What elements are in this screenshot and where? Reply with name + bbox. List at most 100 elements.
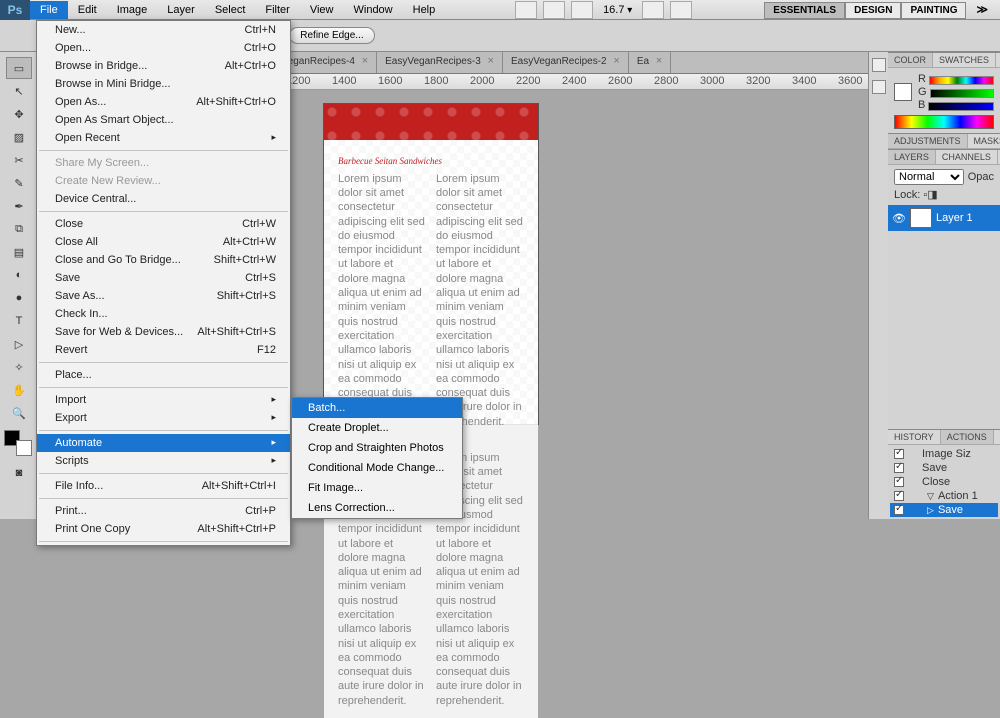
menu-item[interactable]: Scripts — [37, 452, 290, 470]
panel-tab[interactable]: CHANNELS — [936, 150, 998, 164]
toggle-icon[interactable] — [894, 477, 904, 487]
menu-item[interactable]: Open Recent — [37, 129, 290, 147]
action-row[interactable]: Close — [890, 475, 998, 489]
more-icon[interactable]: ≫ — [972, 3, 992, 16]
toolbar-icon[interactable] — [571, 1, 593, 19]
tool[interactable]: ✂ — [6, 149, 32, 171]
quick-mask-tool[interactable]: ◙ — [6, 462, 32, 484]
submenu-item[interactable]: Conditional Mode Change... — [292, 458, 462, 478]
menu-item[interactable]: Device Central... — [37, 190, 290, 208]
menu-item[interactable]: Import — [37, 391, 290, 409]
action-row[interactable]: ▽ Action 1 — [890, 489, 998, 503]
marquee-tool[interactable]: ▭ — [6, 57, 32, 79]
document-tab[interactable]: EasyVeganRecipes-2 × — [503, 52, 629, 73]
toolbar-icon[interactable] — [670, 1, 692, 19]
close-tab-icon[interactable]: × — [488, 55, 494, 67]
menu-item[interactable]: File Info...Alt+Shift+Ctrl+I — [37, 477, 290, 495]
menu-item[interactable]: Open As...Alt+Shift+Ctrl+O — [37, 93, 290, 111]
panel-tab[interactable]: SWATCHES — [933, 53, 996, 67]
panel-tab[interactable]: ACTIONS — [941, 430, 994, 444]
refine-edge-button[interactable]: Refine Edge... — [289, 27, 374, 44]
tool[interactable]: ✋ — [6, 379, 32, 401]
tool[interactable]: ✎ — [6, 172, 32, 194]
foreground-swatch[interactable] — [894, 83, 912, 101]
document-tab[interactable]: Ea × — [629, 52, 671, 73]
menu-item[interactable]: Browse in Bridge...Alt+Ctrl+O — [37, 57, 290, 75]
workspace-design[interactable]: DESIGN — [845, 2, 901, 19]
menu-item[interactable]: Close AllAlt+Ctrl+W — [37, 233, 290, 251]
layer-row[interactable]: 👁Layer 1 — [888, 205, 1000, 231]
menu-edit[interactable]: Edit — [68, 1, 107, 19]
g-slider[interactable] — [930, 89, 994, 98]
menu-item[interactable]: Export — [37, 409, 290, 427]
toggle-icon[interactable] — [894, 463, 904, 473]
menu-item[interactable]: Print...Ctrl+P — [37, 502, 290, 520]
toolbar-icon[interactable] — [515, 1, 537, 19]
close-tab-icon[interactable]: × — [613, 55, 619, 67]
menu-item[interactable]: Check In... — [37, 305, 290, 323]
menu-item[interactable]: Close and Go To Bridge...Shift+Ctrl+W — [37, 251, 290, 269]
action-row[interactable]: ▷ Save — [890, 503, 998, 517]
tool[interactable]: ▤ — [6, 241, 32, 263]
b-slider[interactable] — [928, 102, 994, 111]
menu-item[interactable]: RevertF12 — [37, 341, 290, 359]
color-swatches[interactable] — [4, 430, 32, 456]
submenu-item[interactable]: Lens Correction... — [292, 498, 462, 518]
tool[interactable]: ↖ — [6, 80, 32, 102]
tool[interactable]: ✥ — [6, 103, 32, 125]
menu-window[interactable]: Window — [344, 1, 403, 19]
panel-tab[interactable]: COLOR — [888, 53, 933, 67]
action-row[interactable]: Image Siz — [890, 447, 998, 461]
menu-item[interactable]: Save for Web & Devices...Alt+Shift+Ctrl+… — [37, 323, 290, 341]
panel-tab[interactable]: ADJUSTMENTS — [888, 134, 968, 148]
workspace-essentials[interactable]: ESSENTIALS — [764, 2, 845, 19]
close-tab-icon[interactable]: × — [362, 55, 368, 67]
tool[interactable]: ◐ — [6, 264, 32, 286]
submenu-item[interactable]: Fit Image... — [292, 478, 462, 498]
panel-tab[interactable]: STYL — [996, 53, 1000, 67]
paragraph-panel-icon[interactable] — [872, 80, 886, 94]
menu-item[interactable]: Open As Smart Object... — [37, 111, 290, 129]
menu-item[interactable]: Open...Ctrl+O — [37, 39, 290, 57]
menu-help[interactable]: Help — [403, 1, 446, 19]
document[interactable]: Barbecue Seitan Sandwiches Lorem ipsum d… — [324, 104, 538, 424]
panel-tab[interactable]: HISTORY — [888, 430, 941, 444]
menu-item[interactable]: SaveCtrl+S — [37, 269, 290, 287]
toggle-icon[interactable] — [894, 449, 904, 459]
menu-item[interactable]: New...Ctrl+N — [37, 21, 290, 39]
workspace-painting[interactable]: PAINTING — [901, 2, 966, 19]
panel-tab[interactable]: LAYERS — [888, 150, 936, 164]
menu-item[interactable]: Browse in Mini Bridge... — [37, 75, 290, 93]
tool[interactable]: ● — [6, 287, 32, 309]
toggle-icon[interactable] — [894, 505, 904, 515]
menu-item[interactable]: Automate — [37, 434, 290, 452]
blend-mode-select[interactable]: Normal — [894, 169, 964, 185]
tool[interactable]: ⧉ — [6, 218, 32, 240]
toggle-icon[interactable] — [894, 491, 904, 501]
tool[interactable]: ▷ — [6, 333, 32, 355]
submenu-item[interactable]: Create Droplet... — [292, 418, 462, 438]
tool[interactable]: ✒ — [6, 195, 32, 217]
tool[interactable]: ▨ — [6, 126, 32, 148]
zoom-value[interactable]: 16.7 ▾ — [599, 4, 636, 16]
tool[interactable]: T — [6, 310, 32, 332]
toolbar-icon[interactable] — [543, 1, 565, 19]
menu-image[interactable]: Image — [107, 1, 158, 19]
layer-thumb[interactable] — [910, 208, 932, 228]
tool[interactable]: ✧ — [6, 356, 32, 378]
document-tab[interactable]: EasyVeganRecipes-3 × — [377, 52, 503, 73]
submenu-item[interactable]: Batch... — [292, 398, 462, 418]
visibility-icon[interactable]: 👁 — [892, 212, 906, 225]
menu-item[interactable]: CloseCtrl+W — [37, 215, 290, 233]
tool[interactable]: 🔍 — [6, 402, 32, 424]
menu-layer[interactable]: Layer — [157, 1, 205, 19]
character-panel-icon[interactable] — [872, 58, 886, 72]
action-row[interactable]: Save — [890, 461, 998, 475]
r-slider[interactable] — [929, 76, 994, 85]
submenu-item[interactable]: Crop and Straighten Photos — [292, 438, 462, 458]
toolbar-icon[interactable] — [642, 1, 664, 19]
menu-file[interactable]: File — [30, 1, 68, 19]
close-tab-icon[interactable]: × — [656, 55, 662, 67]
menu-view[interactable]: View — [300, 1, 344, 19]
menu-select[interactable]: Select — [205, 1, 256, 19]
